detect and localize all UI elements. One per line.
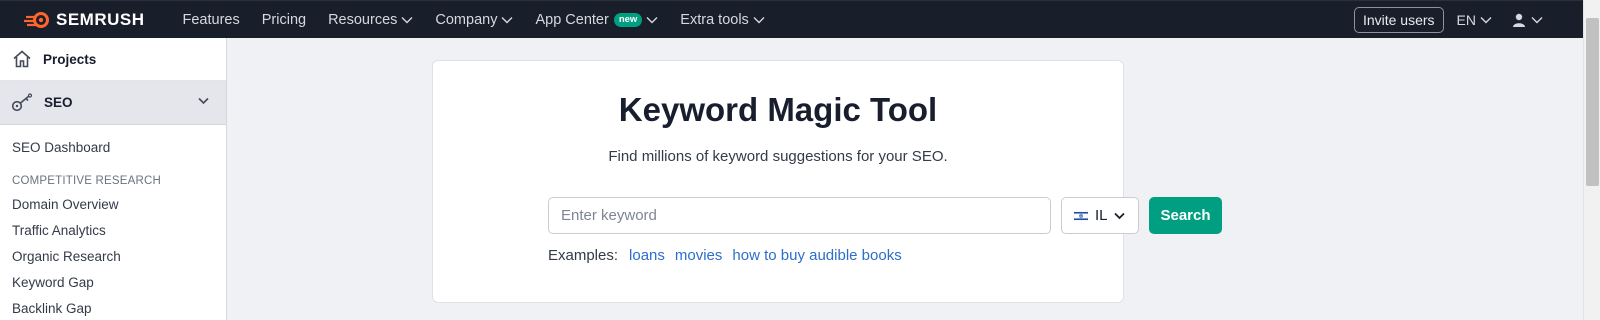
chevron-down-icon (646, 16, 658, 23)
brand-name: SEMRUSH (56, 9, 145, 29)
top-navbar: SEMRUSH Features Pricing Resources Compa… (0, 0, 1583, 38)
language-selector[interactable]: EN (1457, 12, 1492, 28)
nav-resources-label: Resources (328, 11, 398, 28)
sidebar-link-domain-overview[interactable]: Domain Overview (0, 197, 226, 212)
country-selector[interactable]: IL (1061, 197, 1139, 234)
semrush-logo-icon (24, 11, 49, 28)
keyword-input[interactable] (548, 197, 1051, 234)
nav-pricing-label: Pricing (261, 11, 307, 28)
israel-flag-icon (1074, 210, 1088, 221)
sidebar-link-backlink-gap[interactable]: Backlink Gap (0, 301, 226, 316)
invite-users-button[interactable]: Invite users (1353, 6, 1444, 33)
sidebar-item-seo[interactable]: SEO (0, 81, 226, 125)
sidebar-link-traffic-analytics[interactable]: Traffic Analytics (0, 223, 226, 238)
sidebar-item-projects[interactable]: Projects (0, 38, 226, 81)
nav-extra-tools-label: Extra tools (680, 11, 749, 28)
nav-features-label: Features (182, 11, 240, 28)
language-label: EN (1456, 11, 1476, 28)
new-badge: new (613, 12, 643, 27)
example-link-movies[interactable]: movies (675, 247, 723, 264)
top-right-controls: Invite users EN (1353, 1, 1543, 38)
country-code: IL (1095, 207, 1108, 224)
user-icon (1513, 13, 1525, 27)
page-subtitle: Find millions of keyword suggestions for… (608, 148, 948, 165)
chevron-down-icon (501, 16, 513, 23)
scrollbar-thumb[interactable] (1586, 18, 1599, 186)
examples-label: Examples: (548, 247, 619, 264)
chevron-down-icon (1531, 16, 1543, 23)
chevron-down-icon (1480, 16, 1492, 23)
seo-key-icon (11, 92, 33, 111)
search-button[interactable]: Search (1149, 197, 1222, 234)
sidebar-item-label: SEO (44, 95, 73, 110)
nav-extra-tools[interactable]: Extra tools (680, 12, 765, 28)
example-link-audible-books[interactable]: how to buy audible books (732, 247, 901, 264)
nav-company-label: Company (435, 11, 498, 28)
sidebar-link-keyword-gap[interactable]: Keyword Gap (0, 275, 226, 290)
examples-row: Examples: loans movies how to buy audibl… (548, 247, 912, 264)
chevron-down-icon (753, 16, 765, 23)
page-title: Keyword Magic Tool (618, 91, 938, 128)
chevron-down-icon (1113, 212, 1125, 219)
nav-company[interactable]: Company (435, 12, 513, 28)
semrush-logo[interactable]: SEMRUSH (24, 10, 145, 30)
home-icon (13, 50, 31, 68)
chevron-down-icon (401, 16, 413, 23)
sidebar-link-organic-research[interactable]: Organic Research (0, 249, 226, 264)
sidebar-item-label: Projects (43, 51, 97, 67)
nav-app-center-label: App Center (535, 11, 609, 28)
chevron-down-icon (198, 97, 209, 105)
nav-features[interactable]: Features (183, 12, 240, 28)
nav-app-center[interactable]: App Center new (535, 12, 658, 28)
main-nav: Features Pricing Resources Company App C… (183, 12, 787, 28)
page-scrollbar[interactable] (1583, 0, 1600, 320)
sidebar: Projects SEO SEO Dashboard COMPETITIVE R… (0, 38, 227, 320)
sidebar-link-seo-dashboard[interactable]: SEO Dashboard (0, 140, 226, 155)
keyword-magic-tool-card: Keyword Magic Tool Find millions of keyw… (432, 60, 1222, 303)
user-menu[interactable] (1512, 13, 1543, 27)
nav-pricing[interactable]: Pricing (262, 12, 306, 28)
example-link-loans[interactable]: loans (629, 247, 665, 264)
sidebar-section-heading: COMPETITIVE RESEARCH (12, 175, 162, 187)
nav-resources[interactable]: Resources (328, 12, 413, 28)
